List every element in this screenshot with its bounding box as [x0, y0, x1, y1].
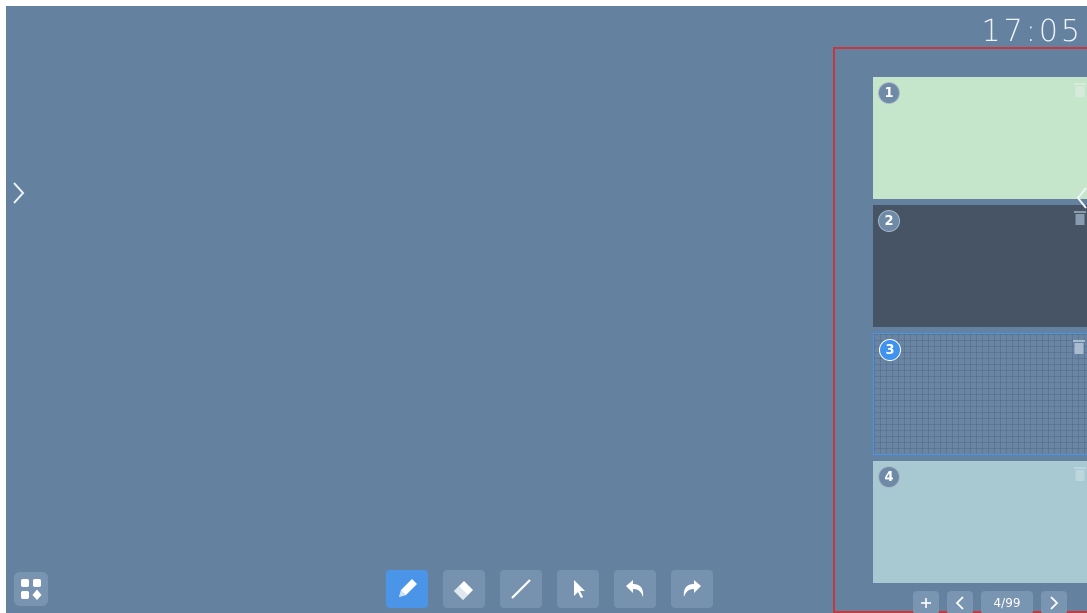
- add-page-button[interactable]: [913, 591, 939, 613]
- pen-tool-button[interactable]: [386, 570, 428, 608]
- delete-page-icon[interactable]: [1072, 338, 1086, 356]
- undo-button[interactable]: [614, 570, 656, 608]
- page-navigator: 4/99: [913, 591, 1067, 613]
- whiteboard-canvas[interactable]: 17:05 1 2 3 4 4/99: [6, 6, 1087, 613]
- pointer-icon: [574, 580, 585, 598]
- drawing-toolbar: [386, 570, 713, 608]
- eraser-tool-button[interactable]: [443, 570, 485, 608]
- redo-icon: [683, 580, 701, 597]
- apps-button[interactable]: [14, 572, 48, 606]
- delete-page-icon[interactable]: [1073, 209, 1087, 227]
- page-thumbnail-3[interactable]: 3: [873, 333, 1087, 455]
- pages-panel: 1 2 3 4 4/99: [833, 47, 1087, 613]
- page-thumbnail-1[interactable]: 1: [873, 77, 1087, 199]
- chevron-right-icon: [1050, 596, 1059, 610]
- select-tool-button[interactable]: [557, 570, 599, 608]
- clock: 17:05: [981, 14, 1083, 49]
- page-number-badge: 3: [879, 339, 901, 361]
- page-thumbnail-2[interactable]: 2: [873, 205, 1087, 327]
- page-thumbnail-4[interactable]: 4: [873, 461, 1087, 583]
- delete-page-icon[interactable]: [1073, 81, 1087, 99]
- redo-button[interactable]: [671, 570, 713, 608]
- next-page-button[interactable]: [1041, 591, 1067, 613]
- chevron-left-icon: [955, 596, 964, 610]
- collapse-panel-icon[interactable]: [1075, 185, 1087, 211]
- eraser-icon: [454, 581, 473, 600]
- pencil-icon: [399, 579, 417, 597]
- page-number-badge: 4: [878, 466, 900, 488]
- plus-icon: [921, 598, 931, 608]
- undo-icon: [626, 580, 644, 597]
- delete-page-icon[interactable]: [1073, 465, 1087, 483]
- page-number-badge: 2: [878, 210, 900, 232]
- previous-page-button[interactable]: [947, 591, 973, 613]
- expand-left-icon[interactable]: [10, 178, 26, 208]
- line-tool-button[interactable]: [500, 570, 542, 608]
- page-count: 4/99: [981, 591, 1033, 613]
- page-number-badge: 1: [878, 82, 900, 104]
- apps-grid-icon: [21, 579, 42, 600]
- line-icon: [511, 579, 531, 599]
